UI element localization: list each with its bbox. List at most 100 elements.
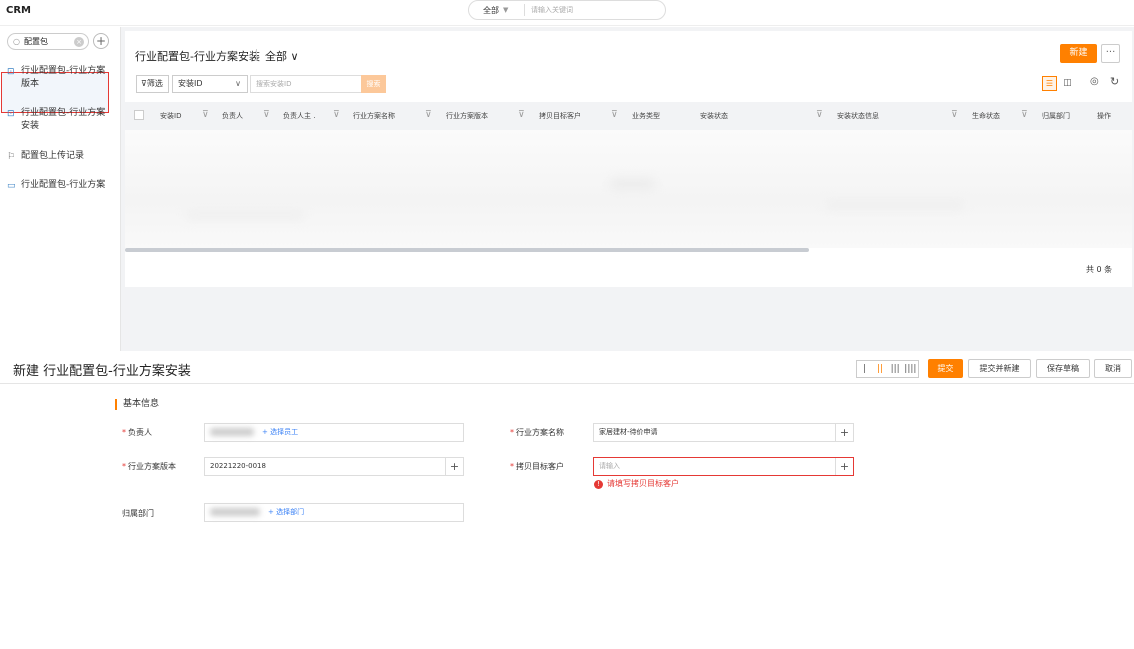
add-icon[interactable]: + [835,458,853,475]
search-scope-select[interactable]: 全部 ▼ [469,4,525,16]
select-dept-link[interactable]: + 选择部门 [268,508,304,516]
settings-icon[interactable]: ◎ [1090,76,1099,87]
search-icon: ○ [13,37,20,46]
object-icon: ⊡ [7,109,15,119]
copy-target-field[interactable]: 请输入 + [593,457,854,476]
sidebar-item-label: 安装 [21,121,40,131]
column-filter-icon[interactable]: ⊽ [611,110,618,120]
copy-target-placeholder: 请输入 [599,462,620,470]
top-bar: CRM 全部 ▼ 请输入关键词 [0,0,1134,26]
cancel-button[interactable]: 取消 [1094,359,1132,378]
column-header[interactable]: 业务类型 [632,111,660,121]
chevron-down-icon: ∨ [235,79,241,88]
copy-target-error: ! 请填写拷贝目标客户 [594,478,679,489]
title-divider [256,49,257,61]
solution-name-field[interactable]: 家居建材-待价申请 + [593,423,854,442]
layout-4col[interactable]: |||| [903,361,918,377]
submit-and-new-button[interactable]: 提交并新建 [968,359,1031,378]
column-header[interactable]: 负责人 [222,111,243,121]
column-header[interactable]: 负责人主 . [283,111,315,121]
list-search-button[interactable]: 搜索 [361,75,386,93]
solution-version-field[interactable]: 20221220-0018 + [204,457,464,476]
sidebar-item-label: 行业配置包-行业方案 [21,180,106,190]
copy-target-label: * 拷贝目标客户 [510,462,564,471]
search-field-select[interactable]: 安装ID ∨ [172,75,248,93]
column-header[interactable]: 生命状态 [972,111,1000,121]
add-icon[interactable]: + [835,424,853,441]
column-header: 操作 [1097,112,1111,120]
sidebar-search-value: 配置包 [23,37,48,46]
column-filter-icon[interactable]: ⊽ [425,110,432,120]
column-header[interactable]: 行业方案名称 [353,111,395,121]
sidebar-item-label: 行业配置包-行业方案 [21,66,106,76]
submit-button[interactable]: 提交 [928,359,963,378]
column-layout-toggle[interactable]: | || ||| |||| [856,360,919,378]
sidebar-item-solution-version[interactable]: ⊡ 行业配置包-行业方案 版本 [0,65,121,91]
solution-name-label: * 行业方案名称 [510,428,564,437]
total-count: 共 0 条 [1086,265,1113,274]
split-view-icon[interactable]: ◫ [1060,76,1075,91]
list-title: 行业配置包-行业方案安装 [135,50,260,63]
select-all-checkbox[interactable] [134,110,144,120]
table-body-blurred [125,130,1132,248]
search-field-label: 安装ID [178,79,203,88]
column-header[interactable]: 归属部门 [1042,111,1070,121]
column-filter-icon[interactable]: ⊽ [951,110,958,120]
column-header[interactable]: 安装ID [160,111,181,121]
search-scope-label: 全部 [483,5,499,15]
list-view-icon[interactable]: ☰ [1042,76,1057,91]
owner-field[interactable]: + 选择员工 [204,423,464,442]
column-header[interactable]: 安装状态 [700,111,728,121]
owner-label: * 负责人 [122,428,152,437]
sidebar-item-upload-records[interactable]: ⚐ 配置包上传记录 [0,150,121,163]
column-filter-icon[interactable]: ⊽ [333,110,340,120]
add-button[interactable]: + [93,33,109,49]
layout-1col[interactable]: | [857,361,872,377]
owner-value-blurred [210,428,254,436]
solution-version-label: * 行业方案版本 [122,462,176,471]
sidebar-item-label: 版本 [21,79,40,89]
clear-icon[interactable]: × [74,37,84,47]
select-employee-link[interactable]: + 选择员工 [262,428,298,436]
error-icon: ! [594,480,603,489]
view-filter-dropdown[interactable]: 全部 ∨ [265,48,299,64]
app-brand[interactable]: CRM [6,5,31,16]
filter-label: 筛选 [146,79,163,88]
list-search-input[interactable]: 搜索安装ID [250,75,362,93]
sidebar-item-label: 行业配置包-行业方案 [21,108,106,118]
layout-3col[interactable]: ||| [888,361,903,377]
column-filter-icon[interactable]: ⊽ [518,110,525,120]
dept-label: 归属部门 [122,509,154,518]
filter-button[interactable]: ⊽筛选 [136,75,169,93]
sidebar-item-label: 配置包上传记录 [21,151,85,161]
sidebar-item-solution[interactable]: ▭ 行业配置包-行业方案 [0,179,121,192]
column-header[interactable]: 行业方案版本 [446,111,488,121]
global-search-input[interactable]: 请输入关键词 [525,5,573,15]
column-filter-icon[interactable]: ⊽ [816,110,823,120]
save-draft-button[interactable]: 保存草稿 [1036,359,1090,378]
refresh-icon[interactable]: ↻ [1110,75,1119,88]
column-header[interactable]: 拷贝目标客户 [539,111,581,121]
sidebar-item-solution-install[interactable]: ⊡ 行业配置包-行业方案 安装 [0,107,121,133]
object-icon: ⊡ [7,67,15,77]
column-filter-icon[interactable]: ⊽ [1021,110,1028,120]
solution-name-value: 家居建材-待价申请 [599,428,658,436]
dept-field[interactable]: + 选择部门 [204,503,464,522]
more-button[interactable]: ··· [1101,44,1120,63]
new-button[interactable]: 新建 [1060,44,1097,63]
column-filter-icon[interactable]: ⊽ [202,110,209,120]
add-icon[interactable]: + [445,458,463,475]
layout-2col[interactable]: || [872,361,887,377]
dept-value-blurred [210,508,260,516]
folder-icon: ▭ [7,181,16,191]
sidebar-search-input[interactable]: ○ 配置包 × [7,33,89,50]
flag-icon: ⚐ [7,152,16,162]
column-header[interactable]: 安装状态信息 [837,111,879,121]
global-search[interactable]: 全部 ▼ 请输入关键词 [468,0,666,20]
solution-version-value: 20221220-0018 [210,462,266,470]
caret-down-icon: ▼ [503,6,509,14]
form-title: 新建 行业配置包-行业方案安装 [13,364,191,379]
horizontal-scrollbar[interactable] [125,248,809,252]
section-title: 基本信息 [115,399,159,410]
column-filter-icon[interactable]: ⊽ [263,110,270,120]
